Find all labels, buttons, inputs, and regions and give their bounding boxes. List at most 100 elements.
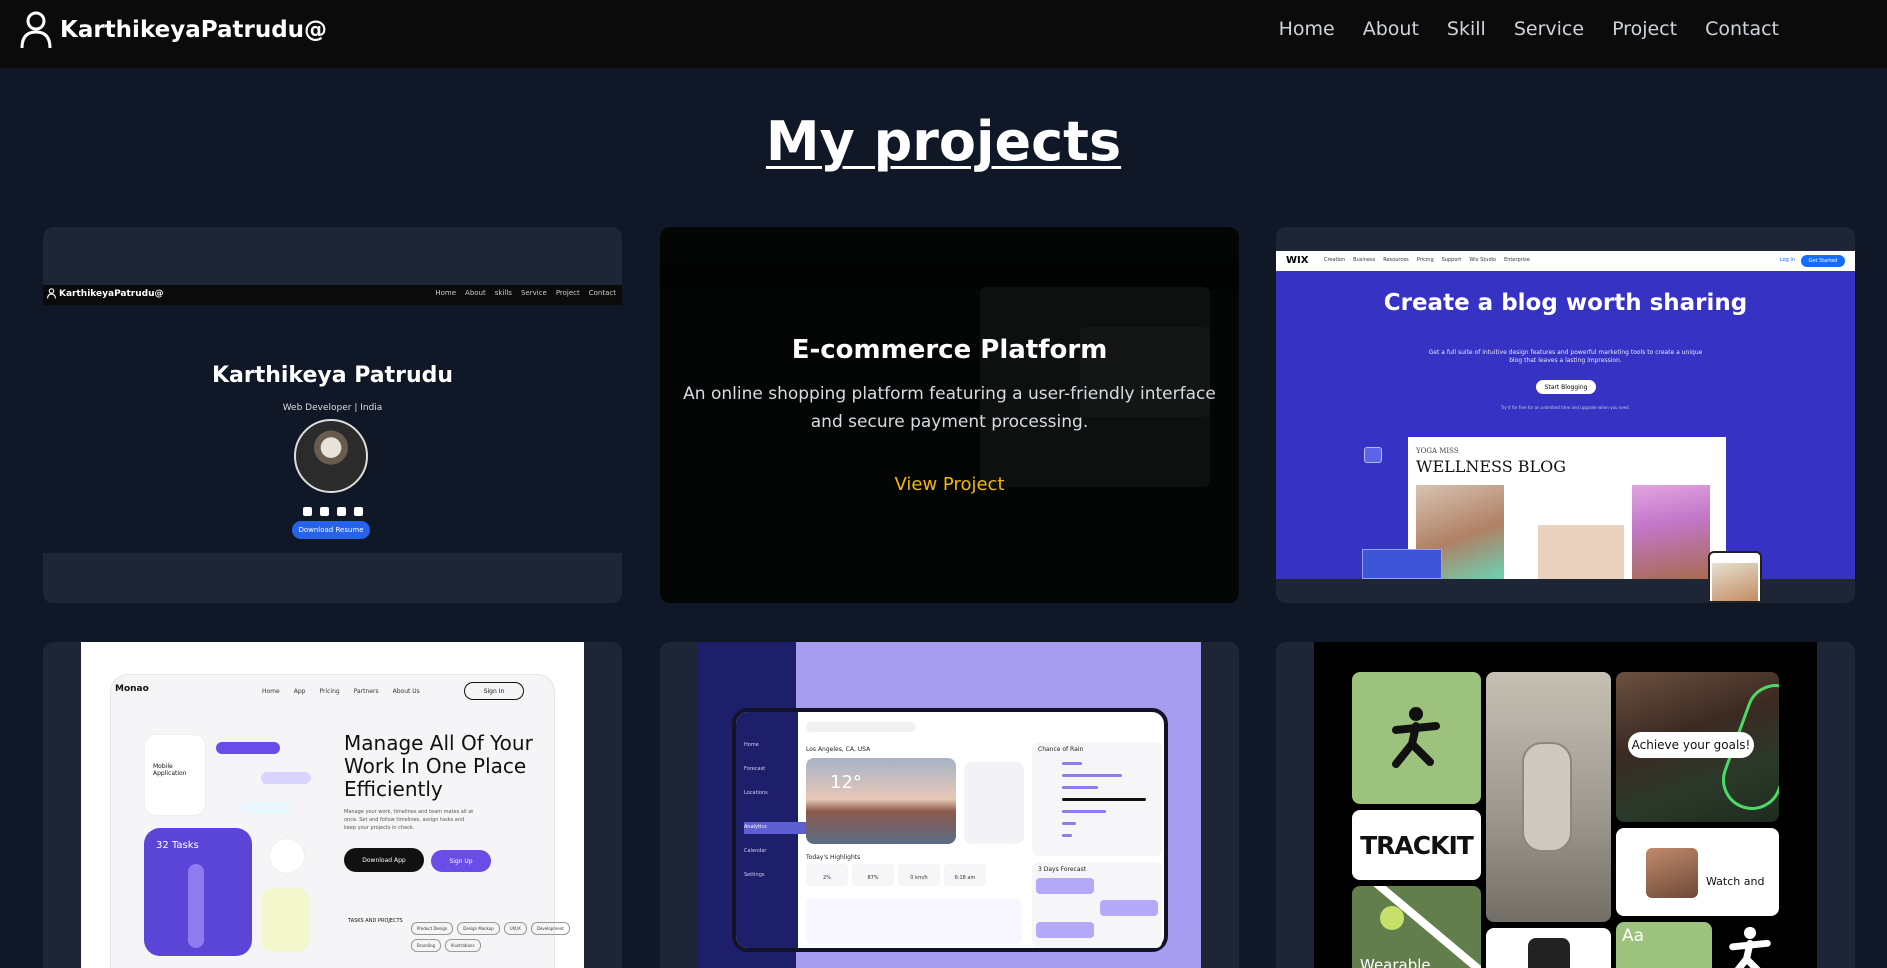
forecast-item	[1100, 900, 1158, 916]
weather-forecast-panel: 3 Days Forecast	[1032, 862, 1162, 948]
preview-tag: Branding	[411, 939, 442, 952]
rain-bar	[1062, 810, 1106, 813]
preview-nav-item: App	[293, 688, 306, 695]
project-description: An online shopping platform featuring a …	[683, 384, 1216, 432]
preview-nav-item: Project	[555, 289, 580, 297]
preview-copy: Manage your work, timelines and team mat…	[344, 809, 474, 831]
weather-sidebar-item: Locations	[744, 790, 768, 796]
preview-tag: Design Mockup	[457, 922, 500, 935]
rain-bar	[1062, 774, 1122, 777]
project-card-weather[interactable]: Home Forecast Locations Analytics Calend…	[660, 642, 1239, 968]
weather-app-mock: Home Forecast Locations Analytics Calend…	[732, 708, 1168, 952]
project-title: E-commerce Platform	[791, 335, 1108, 365]
preview-tag: Illustrations	[445, 939, 481, 952]
device-photo	[1486, 672, 1611, 922]
weather-stat: 0 km/h	[898, 864, 940, 886]
preview-nav-item: Contact	[588, 289, 616, 297]
preview-tile: Wearable	[1352, 886, 1481, 968]
blog-preview: WIX Creation Business Resources Pricing …	[1276, 251, 1855, 603]
preview-headline: Manage All Of Your Work In One Place Eff…	[344, 731, 533, 801]
twitter-icon	[302, 507, 312, 516]
preview-brand: KarthikeyaPatrudu@	[47, 288, 164, 299]
forecast-item	[1036, 878, 1094, 894]
user-icon	[20, 11, 52, 49]
weather-highlights-label: Today's Highlights	[806, 854, 861, 861]
user-icon	[47, 288, 56, 299]
rain-bar	[1062, 822, 1076, 825]
device-body	[1522, 742, 1572, 852]
blog-image	[1538, 525, 1624, 579]
preview-download-button: Download App	[344, 848, 424, 872]
forecast-item	[1036, 922, 1094, 938]
preview-tag: UI/UX	[503, 922, 527, 935]
nav-links: Home About Skill Service Project Contact	[1265, 18, 1793, 40]
preview-hero: Karthikeya Patrudu Web Developer | India…	[43, 305, 622, 553]
preview-nav: Home About skills Service Project Contac…	[435, 289, 616, 297]
athlete-photo: Achieve your goals!	[1616, 672, 1779, 822]
blog-image	[1632, 485, 1710, 579]
nav-link-home[interactable]: Home	[1265, 18, 1349, 40]
weather-rain-label: Chance of Rain	[1038, 746, 1084, 753]
preview-menu-item: Support	[1441, 257, 1462, 263]
runner-icon	[1392, 707, 1440, 768]
page-title-text: My projects	[765, 110, 1122, 173]
weather-forecast-label: 3 Days Forecast	[1038, 866, 1086, 873]
project-card-blog[interactable]: WIX Creation Business Resources Pricing …	[1276, 227, 1855, 603]
preview-signin-button: Sign In	[464, 682, 524, 700]
nav-link-skill[interactable]: Skill	[1433, 18, 1500, 40]
brand[interactable]: KarthikeyaPatrudu@	[20, 10, 327, 50]
typography-tile: Aa	[1616, 922, 1712, 968]
preview-nav-item: skills	[494, 289, 512, 297]
goal-pill: Achieve your goals!	[1628, 732, 1754, 758]
blog-title: WELLNESS BLOG	[1416, 457, 1567, 476]
weather-sidebar-item: Home	[744, 742, 759, 748]
preview-tasks-card: 32 Tasks	[144, 828, 252, 956]
weather-stat: 87%	[852, 864, 894, 886]
preview-nav-item: Partners	[353, 688, 379, 695]
avatar	[294, 419, 368, 493]
page-title: My projects	[0, 110, 1887, 173]
project-card-fitness[interactable]: TRACKIT Wearable Achieve your goals! Wat…	[1276, 642, 1855, 968]
preview-nav-item: Home	[435, 289, 457, 297]
preview-slider	[188, 864, 204, 948]
project-card-task-manager[interactable]: Monao Home App Pricing Partners About Us…	[43, 642, 622, 968]
nav-link-service[interactable]: Service	[1500, 18, 1598, 40]
preview-menu-item: Creation	[1324, 257, 1346, 263]
wearable-label: Wearable	[1360, 956, 1431, 968]
weather-sidebar-item: Analytics	[744, 824, 767, 830]
preview-nav-item: Pricing	[319, 688, 340, 695]
weather-location: Los Angeles, CA, USA	[806, 746, 871, 753]
preview-pill	[261, 772, 311, 784]
brand-name: KarthikeyaPatrudu@	[60, 17, 328, 43]
preview-tags: Product Design Design Mockup UI/UX Devel…	[411, 922, 601, 952]
weather-stats: 2% 87% 0 km/h 6:18 am	[806, 864, 986, 886]
preview-progress-card	[261, 888, 309, 952]
navbar: KarthikeyaPatrudu@ Home About Skill Serv…	[0, 0, 1887, 68]
view-project-link[interactable]: View Project	[660, 474, 1239, 495]
preview-get-started: Get Started	[1801, 255, 1845, 267]
rain-bar	[1062, 798, 1146, 801]
preview-mobile-card: Mobile Application	[144, 734, 206, 816]
rain-bar	[1062, 762, 1082, 765]
rain-bar	[1062, 834, 1072, 837]
preview-brand-name: KarthikeyaPatrudu@	[59, 288, 164, 299]
project-card-ecommerce[interactable]: E-commerce Platform An online shopping p…	[660, 227, 1239, 603]
preview-tag: Product Design	[411, 922, 454, 935]
weather-stat: 2%	[806, 864, 848, 886]
nav-link-contact[interactable]: Contact	[1691, 18, 1793, 40]
weather-graph	[806, 898, 1022, 944]
project-card-portfolio[interactable]: KarthikeyaPatrudu@ Home About skills Ser…	[43, 227, 622, 603]
preview-pill	[216, 742, 280, 754]
watch-card-text: Watch and	[1706, 875, 1765, 888]
preview-navbar: KarthikeyaPatrudu@ Home About skills Ser…	[43, 285, 622, 305]
nav-link-about[interactable]: About	[1349, 18, 1433, 40]
watch-tile	[1486, 928, 1611, 968]
weather-sidebar-item: Forecast	[744, 766, 766, 772]
preview-download-button: Download Resume	[292, 521, 370, 539]
nav-link-project[interactable]: Project	[1598, 18, 1691, 40]
preview-menu-item: Enterprise	[1504, 257, 1530, 263]
blog-kicker: YOGA MISS	[1416, 447, 1459, 455]
rain-bar	[1062, 786, 1098, 789]
wix-logo: WIX	[1286, 255, 1309, 266]
weather-search	[806, 722, 916, 732]
